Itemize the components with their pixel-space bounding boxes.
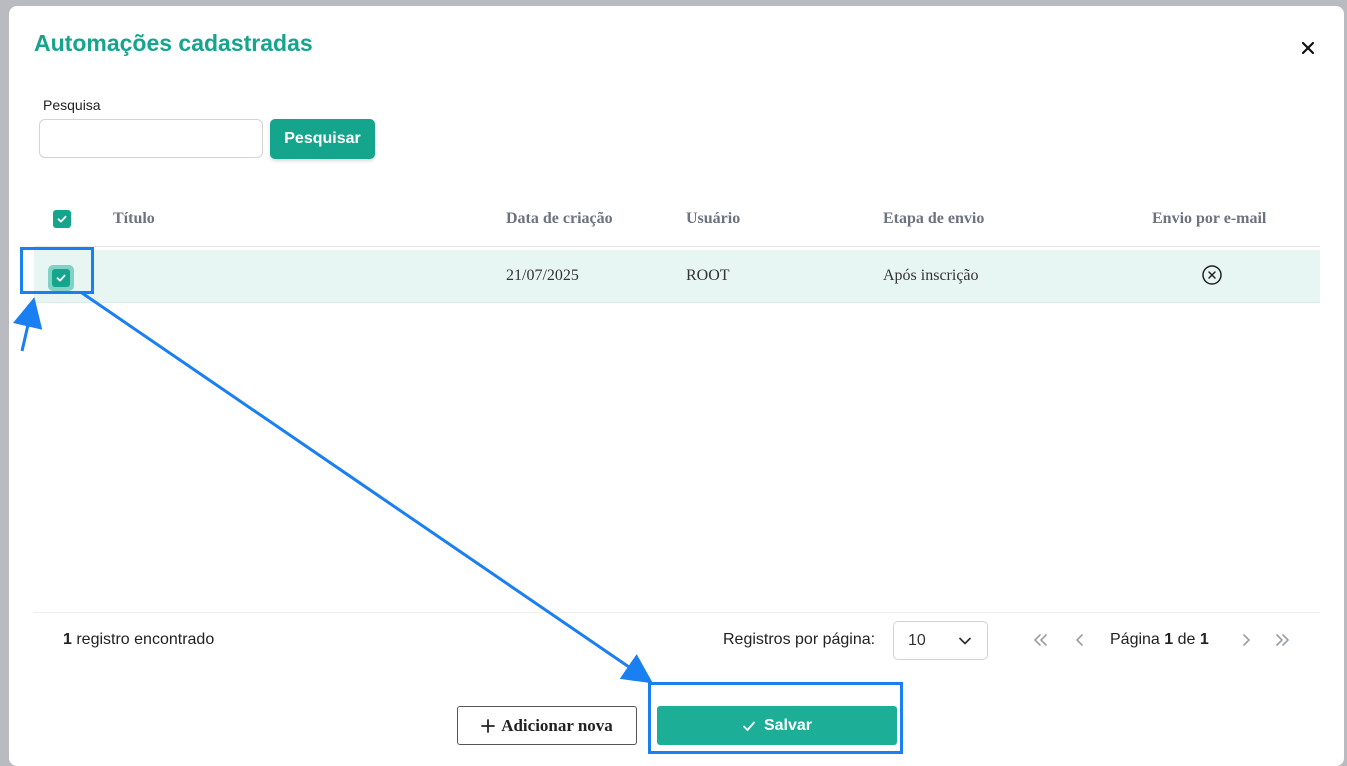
record-count-number: 1 [63, 631, 72, 648]
search-input[interactable] [39, 119, 263, 158]
add-new-button[interactable]: Adicionar nova [457, 706, 637, 745]
page-prefix: Página [1110, 631, 1165, 648]
select-all-checkbox[interactable] [53, 210, 71, 228]
cell-etapa: Após inscrição [883, 267, 979, 284]
add-new-label: Adicionar nova [501, 715, 613, 735]
automations-modal: Automações cadastradas Pesquisa Pesquisa… [9, 6, 1344, 766]
cell-data-criacao: 21/07/2025 [506, 267, 579, 284]
row-checkbox[interactable] [52, 269, 70, 287]
cell-usuario: ROOT [686, 267, 730, 284]
page-current: 1 [1164, 631, 1174, 648]
page-total: 1 [1199, 631, 1209, 648]
save-button[interactable]: Salvar [657, 706, 897, 745]
col-usuario: Usuário [686, 210, 741, 227]
next-page-icon[interactable] [1237, 633, 1255, 647]
save-label: Salvar [763, 716, 813, 734]
prev-page-icon[interactable] [1071, 633, 1089, 647]
record-count-text: registro encontrado [71, 631, 215, 648]
check-icon [743, 721, 755, 731]
automations-table: Título Data de criação Usuário Etapa de … [34, 196, 1320, 303]
page-of: de [1173, 631, 1200, 648]
per-page-value: 10 [908, 632, 926, 649]
col-envio-email: Envio por e-mail [1152, 210, 1267, 227]
col-data-criacao: Data de criação [506, 210, 613, 227]
col-titulo: Título [113, 210, 155, 227]
per-page-label: Registros por página: [723, 631, 876, 648]
page-indicator: Página 1 de 1 [1110, 631, 1209, 649]
last-page-icon[interactable] [1274, 633, 1292, 647]
table-row[interactable]: 21/07/2025 ROOT Após inscrição [34, 250, 1320, 303]
check-icon [56, 274, 66, 282]
first-page-icon[interactable] [1031, 633, 1049, 647]
chevron-down-icon [959, 637, 971, 645]
check-icon [57, 215, 67, 223]
search-label: Pesquisa [43, 97, 101, 113]
footer-divider [34, 612, 1320, 613]
search-button[interactable]: Pesquisar [270, 119, 375, 159]
plus-icon [481, 718, 496, 733]
record-count: 1 registro encontrado [63, 631, 214, 649]
per-page-select[interactable]: 10 [893, 621, 988, 660]
modal-title: Automações cadastradas [34, 30, 313, 56]
table-header: Título Data de criação Usuário Etapa de … [34, 196, 1320, 247]
col-etapa-envio: Etapa de envio [883, 210, 985, 227]
close-icon[interactable] [1296, 36, 1320, 60]
x-circle-icon [1201, 264, 1223, 286]
